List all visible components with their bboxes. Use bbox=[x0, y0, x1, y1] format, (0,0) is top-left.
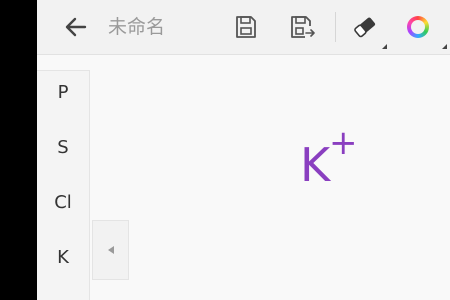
element-button-cl[interactable]: Cl bbox=[37, 182, 89, 222]
editor-app: 未命名 P S Cl K K + bbox=[37, 0, 450, 300]
document-title[interactable]: 未命名 bbox=[108, 15, 165, 39]
toolbar-divider bbox=[335, 12, 336, 42]
color-menu-indicator bbox=[442, 44, 447, 49]
triangle-left-icon bbox=[107, 246, 114, 254]
arrow-left-icon bbox=[65, 17, 87, 37]
element-palette: P S Cl K bbox=[37, 70, 90, 300]
export-button[interactable] bbox=[283, 8, 321, 46]
color-picker-button[interactable] bbox=[399, 8, 437, 46]
floppy-disk-icon bbox=[236, 16, 256, 38]
charge-label: + bbox=[329, 123, 358, 163]
back-button[interactable] bbox=[57, 8, 95, 46]
element-button-p[interactable]: P bbox=[37, 72, 89, 112]
element-button-s[interactable]: S bbox=[37, 127, 89, 167]
element-button-k[interactable]: K bbox=[37, 237, 89, 277]
eraser-menu-indicator bbox=[382, 44, 387, 49]
save-button[interactable] bbox=[227, 8, 265, 46]
color-wheel-icon bbox=[407, 16, 429, 38]
atom-symbol: K bbox=[300, 138, 331, 192]
eraser-button[interactable] bbox=[346, 8, 384, 46]
collapse-palette-button[interactable] bbox=[92, 220, 129, 280]
top-toolbar: 未命名 bbox=[37, 0, 450, 55]
eraser-icon bbox=[354, 17, 376, 38]
floppy-export-icon bbox=[291, 16, 315, 38]
